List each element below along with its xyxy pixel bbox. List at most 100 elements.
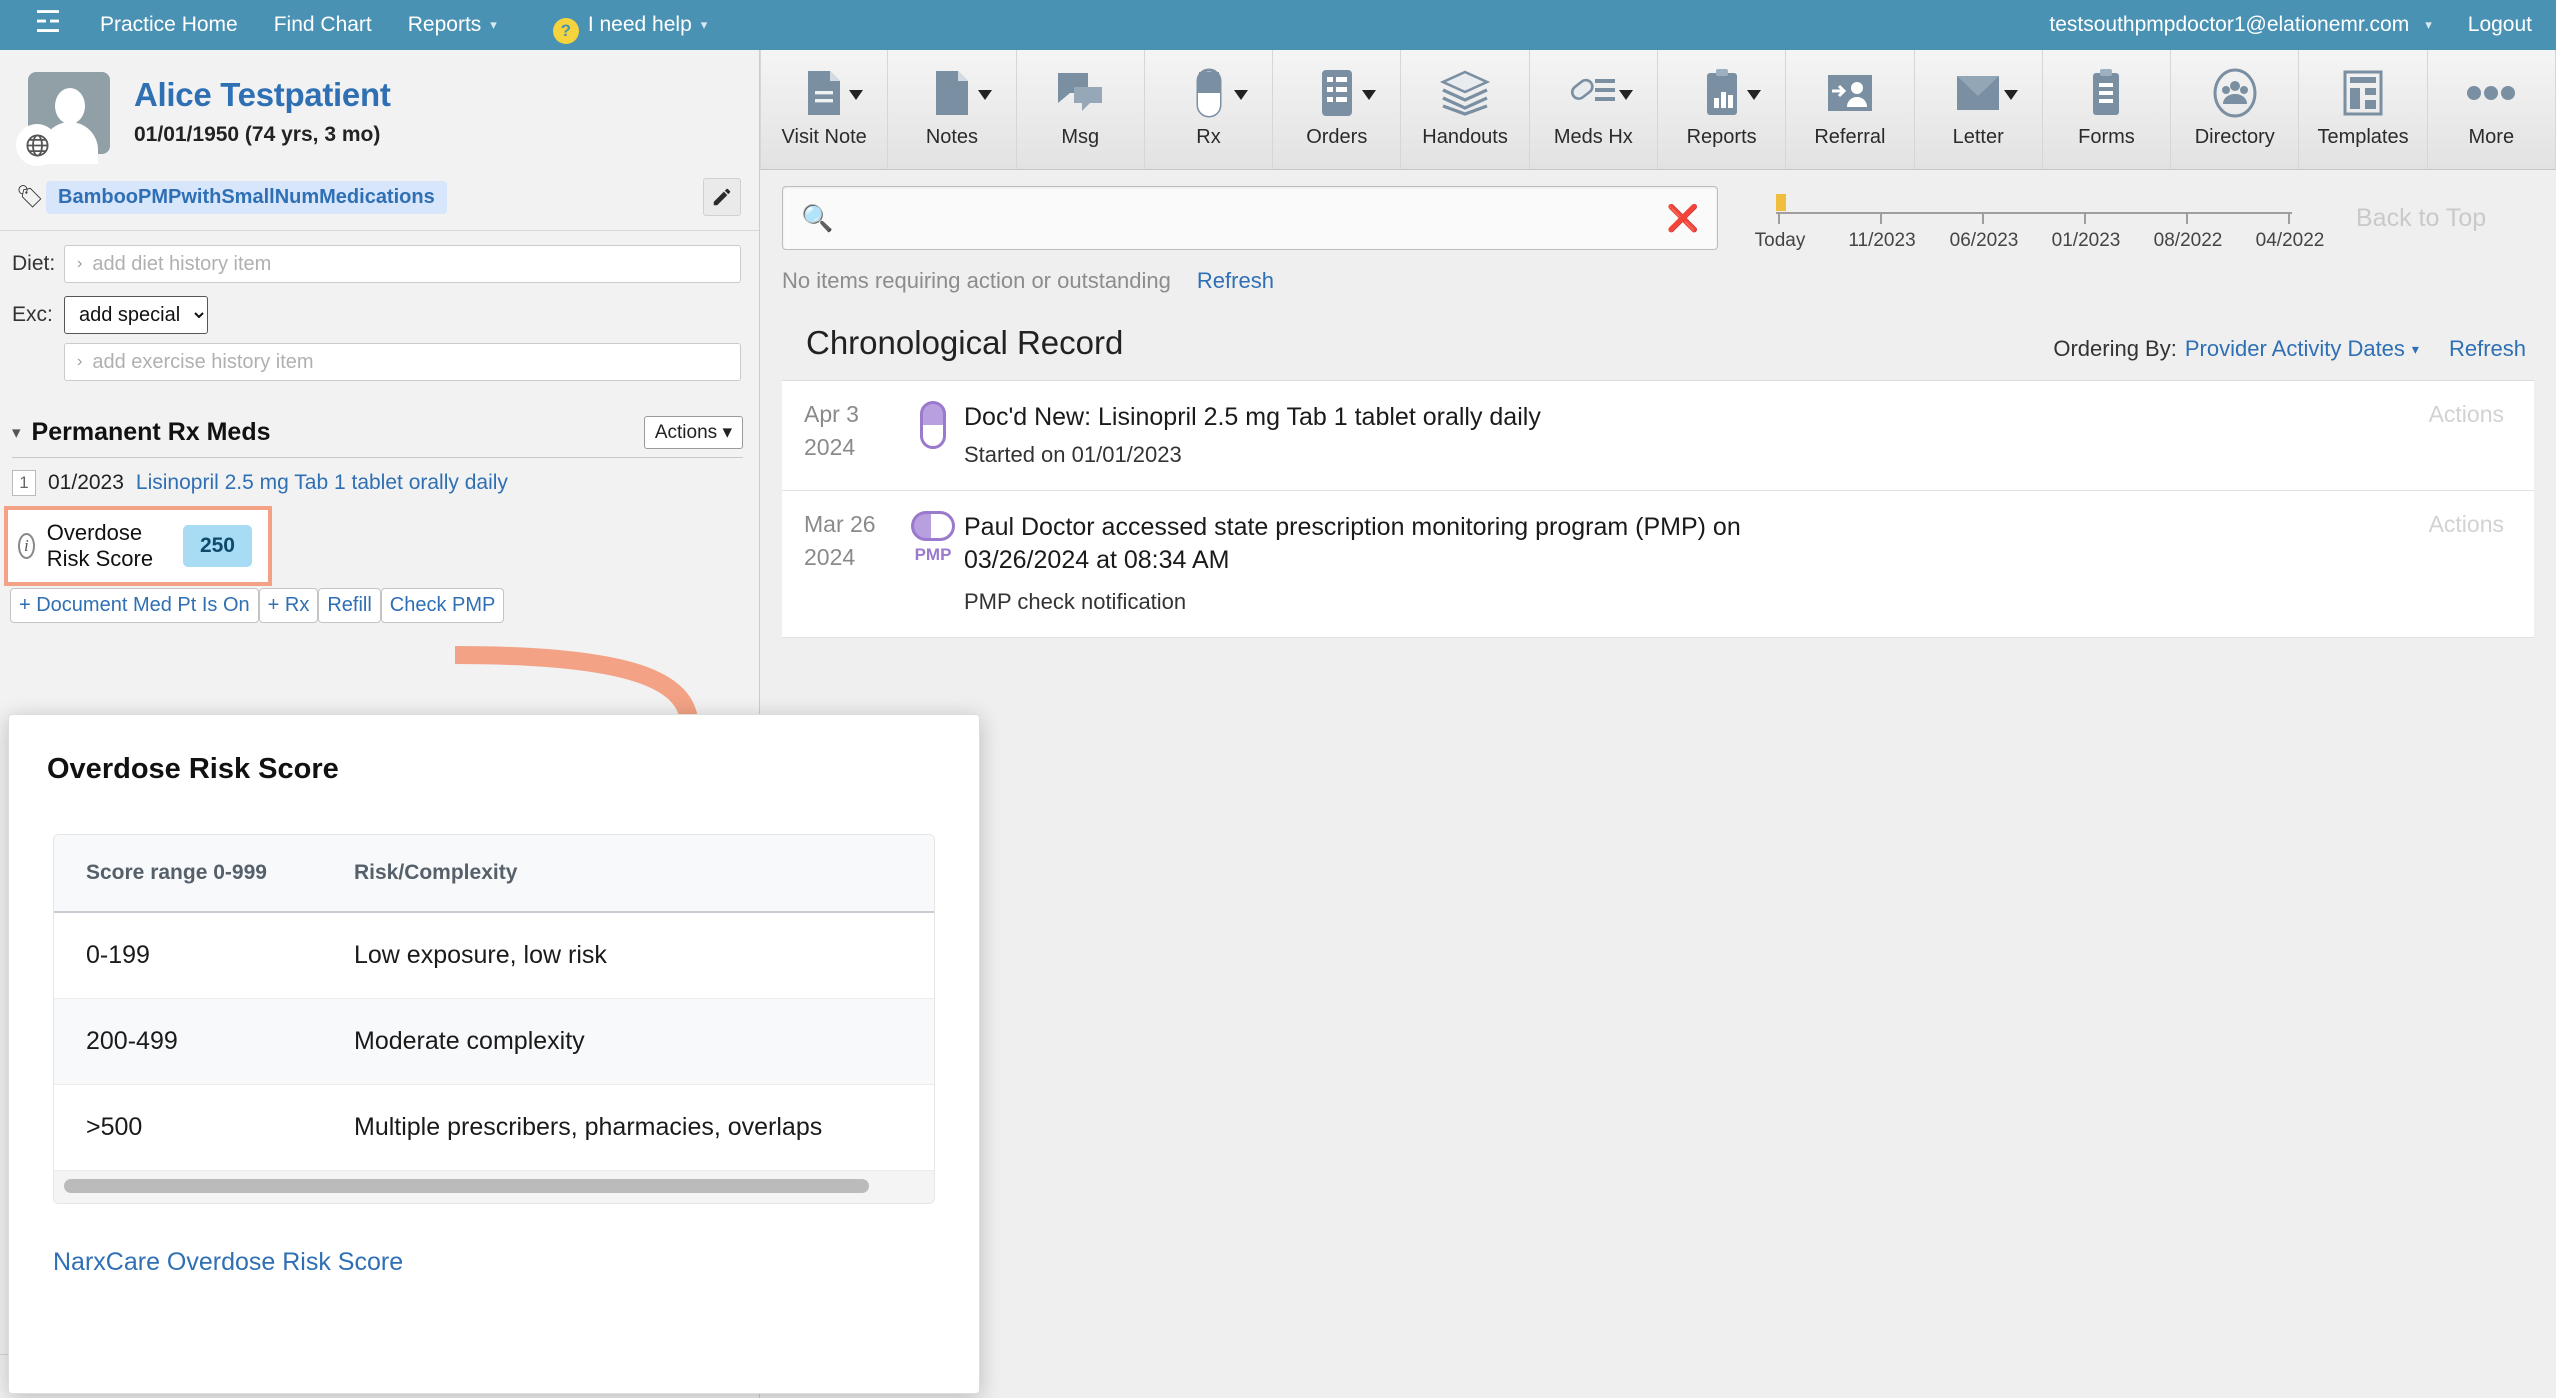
table-row: >500 Multiple prescribers, pharmacies, o… — [54, 1085, 934, 1171]
pill-icon — [1195, 62, 1223, 124]
pmp-icon-label: PMP — [915, 545, 952, 565]
toolbar-label: Notes — [926, 126, 978, 149]
ordering-value[interactable]: Provider Activity Dates — [2185, 336, 2405, 362]
logout-button[interactable]: Logout — [2468, 13, 2532, 37]
user-email[interactable]: testsouthpmpdoctor1@elationemr.com — [2049, 13, 2409, 37]
chart-search-box[interactable]: 🔍 ❌ — [782, 186, 1718, 250]
popup-title: Overdose Risk Score — [9, 715, 979, 786]
page-title[interactable]: Alice Testpatient — [134, 76, 391, 114]
add-special-select[interactable]: add special — [64, 296, 208, 334]
toolbar-directory[interactable]: Directory — [2171, 50, 2299, 169]
patient-header: Alice Testpatient 01/01/1950 (74 yrs, 3 … — [0, 50, 759, 168]
med-name-link[interactable]: Lisinopril 2.5 mg Tab 1 tablet orally da… — [136, 471, 508, 495]
scrollbar-thumb[interactable] — [64, 1179, 869, 1193]
diet-history-input[interactable]: › add diet history item — [64, 245, 741, 283]
caret-down-icon[interactable] — [978, 90, 992, 100]
patient-tag-row: 🏷 BambooPMPwithSmallNumMedications — [0, 168, 759, 231]
status-refresh-link[interactable]: Refresh — [1197, 268, 1274, 294]
pill-vertical-icon — [902, 401, 964, 449]
chronological-refresh-link[interactable]: Refresh — [2449, 336, 2526, 362]
globe-icon — [16, 124, 58, 166]
chart-timeline[interactable]: Today 11/2023 06/2023 01/2023 08/2022 04… — [1776, 186, 2296, 250]
timeline-label: 11/2023 — [1848, 230, 1915, 252]
toolbar-meds-hx[interactable]: Meds Hx — [1530, 50, 1658, 169]
caret-down-icon[interactable]: ▾ — [12, 423, 21, 443]
clear-circle-icon[interactable]: ❌ — [1667, 203, 1699, 234]
toolbar-handouts[interactable]: Handouts — [1401, 50, 1529, 169]
document-med-button[interactable]: + Document Med Pt Is On — [10, 588, 259, 623]
toolbar-label: More — [2469, 126, 2515, 149]
caret-down-icon[interactable] — [1619, 90, 1633, 100]
column-header-score-range: Score range 0-999 — [54, 861, 354, 885]
main-content: 🔍 ❌ Today 11/2023 06/2023 01/2023 08/202… — [760, 170, 2556, 1398]
caret-down-icon[interactable] — [1747, 90, 1761, 100]
exc-label: Exc: — [12, 303, 64, 327]
reports-chart-icon — [1703, 62, 1741, 124]
caret-down-icon[interactable] — [1234, 90, 1248, 100]
overdose-risk-score-row[interactable]: i Overdose Risk Score 250 — [4, 506, 272, 586]
record-date-bottom: 2024 — [804, 434, 902, 461]
record-date: Mar 26 2024 — [782, 511, 902, 571]
toolbar-label: Letter — [1953, 126, 2004, 149]
exercise-history-input[interactable]: › add exercise history item — [64, 343, 741, 381]
chronological-record-list: Apr 3 2024 Doc'd New: Lisinopril 2.5 mg … — [782, 380, 2534, 638]
toolbar-more[interactable]: More — [2428, 50, 2556, 169]
narxcare-link[interactable]: NarxCare Overdose Risk Score — [9, 1204, 979, 1277]
caret-down-icon[interactable] — [2004, 90, 2018, 100]
search-input[interactable] — [833, 205, 1666, 231]
record-actions-button[interactable]: Actions — [2354, 401, 2534, 428]
visit-note-icon — [804, 62, 844, 124]
toolbar-referral[interactable]: Referral — [1786, 50, 1914, 169]
record-actions-button[interactable]: Actions — [2354, 511, 2534, 538]
diet-history-row: Diet: › add diet history item — [12, 245, 741, 283]
record-body: Doc'd New: Lisinopril 2.5 mg Tab 1 table… — [964, 401, 2354, 468]
meds-actions-button[interactable]: Actions ▾ — [644, 416, 743, 449]
table-row[interactable]: Apr 3 2024 Doc'd New: Lisinopril 2.5 mg … — [782, 381, 2534, 491]
toolbar-rx[interactable]: Rx — [1145, 50, 1273, 169]
record-date-top: Apr 3 — [804, 401, 902, 428]
refill-button[interactable]: Refill — [318, 588, 380, 623]
nav-right-group: testsouthpmpdoctor1@elationemr.com ▾ Log… — [2049, 13, 2556, 37]
ordering-label: Ordering By: — [2053, 336, 2177, 362]
nav-practice-home[interactable]: Practice Home — [82, 0, 256, 50]
toolbar-notes[interactable]: Notes — [888, 50, 1016, 169]
caret-down-icon[interactable] — [1362, 90, 1376, 100]
nav-reports[interactable]: Reports▾ — [390, 0, 515, 50]
nav-i-need-help[interactable]: ?I need help▾ — [541, 0, 719, 50]
timeline-marker[interactable] — [1776, 194, 1786, 211]
overdose-risk-label: Overdose Risk Score — [47, 520, 167, 572]
toolbar-label: Rx — [1196, 126, 1220, 149]
toolbar-reports[interactable]: Reports — [1658, 50, 1786, 169]
horizontal-scrollbar[interactable] — [54, 1171, 934, 1203]
exercise-history-row: › add exercise history item — [12, 343, 741, 381]
check-pmp-button[interactable]: Check PMP — [381, 588, 505, 623]
directory-people-icon — [2212, 62, 2258, 124]
back-to-top-button[interactable]: Back to Top — [2356, 204, 2486, 233]
toolbar-label: Forms — [2078, 126, 2135, 149]
toolbar-msg[interactable]: Msg — [1017, 50, 1145, 169]
toolbar-visit-note[interactable]: Visit Note — [760, 50, 888, 169]
toolbar-templates[interactable]: Templates — [2299, 50, 2427, 169]
timeline-tick — [2288, 212, 2290, 224]
record-date-bottom: 2024 — [804, 544, 902, 571]
caret-down-icon[interactable] — [849, 90, 863, 100]
toolbar-label: Visit Note — [782, 126, 867, 149]
toolbar-orders[interactable]: Orders — [1273, 50, 1401, 169]
toolbar-label: Msg — [1061, 126, 1099, 149]
nav-find-chart[interactable]: Find Chart — [256, 0, 390, 50]
toolbar-letter[interactable]: Letter — [1915, 50, 2043, 169]
info-icon[interactable]: i — [18, 533, 35, 559]
toolbar-forms[interactable]: Forms — [2043, 50, 2171, 169]
overdose-risk-value: 250 — [183, 525, 252, 567]
add-rx-button[interactable]: + Rx — [259, 588, 319, 623]
chevron-down-icon[interactable]: ▾ — [2425, 17, 2432, 33]
patient-tag[interactable]: BambooPMPwithSmallNumMedications — [46, 181, 447, 214]
caret-down-icon[interactable]: ▾ — [2412, 341, 2419, 358]
toolbar-label: Reports — [1687, 126, 1757, 149]
question-mark-icon: ? — [553, 18, 579, 44]
table-row[interactable]: Mar 26 2024 PMP Paul Doctor accessed sta… — [782, 491, 2534, 638]
medication-row: 1 01/2023 Lisinopril 2.5 mg Tab 1 tablet… — [0, 458, 759, 500]
app-logo[interactable]: ☲ — [0, 0, 82, 50]
med-action-buttons: + Document Med Pt Is On + Rx Refill Chec… — [0, 588, 759, 623]
pencil-icon[interactable] — [703, 178, 741, 216]
